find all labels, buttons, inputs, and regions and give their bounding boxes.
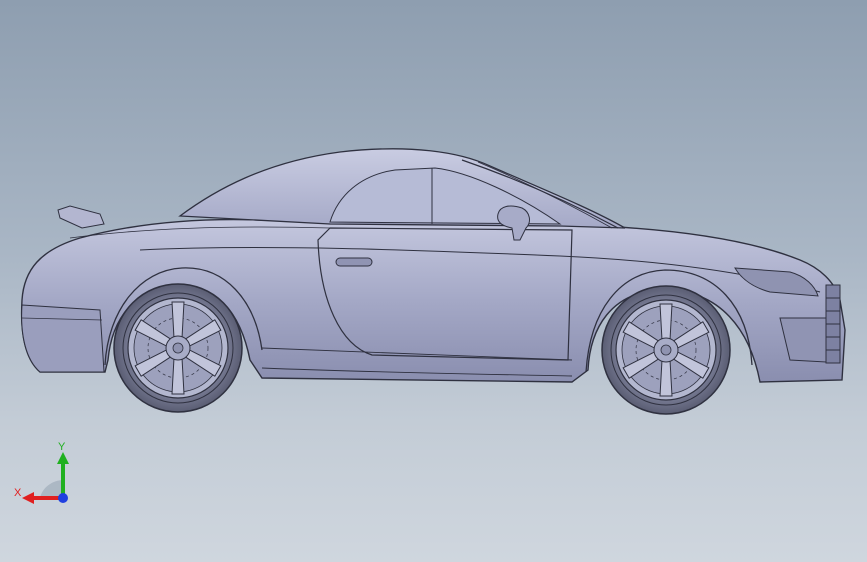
rear-wheel xyxy=(113,283,243,413)
coordinate-triad[interactable]: X Y xyxy=(12,440,82,510)
front-wheel xyxy=(601,285,731,415)
z-axis-dot xyxy=(58,493,68,503)
graphics-viewport[interactable] xyxy=(0,0,867,562)
rear-bumper xyxy=(21,304,105,373)
door-handle xyxy=(335,257,373,267)
rear-spoiler xyxy=(57,205,105,229)
x-axis-label: X xyxy=(14,487,22,499)
y-axis-label: Y xyxy=(58,441,66,453)
